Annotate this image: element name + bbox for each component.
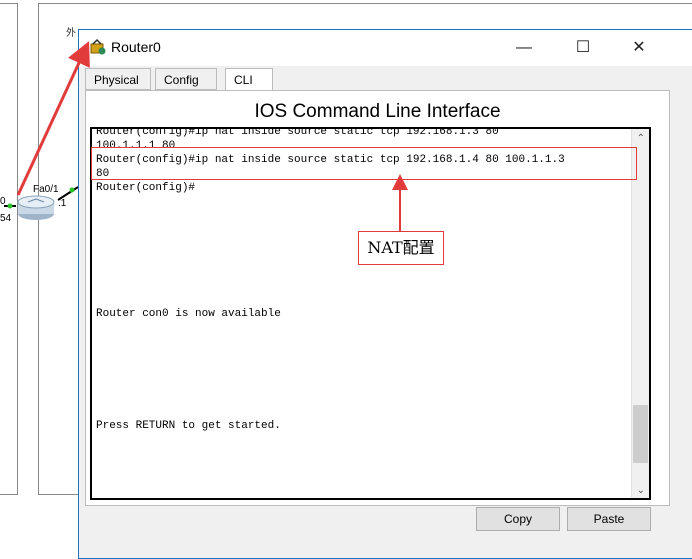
- scroll-thumb[interactable]: [633, 405, 648, 463]
- port-label-left: 0: [0, 196, 6, 207]
- tab-cli[interactable]: CLI: [225, 68, 273, 91]
- maximize-button[interactable]: ☐: [568, 36, 598, 60]
- terminal-line: Press RETURN to get started.: [96, 420, 281, 432]
- close-button[interactable]: ✕: [624, 36, 654, 60]
- workspace-label: 外: [66, 28, 76, 39]
- scroll-down-icon[interactable]: ⌄: [637, 485, 645, 496]
- cli-terminal[interactable]: Router(config)#ip nat inside source stat…: [90, 127, 651, 500]
- router-icon[interactable]: [14, 192, 58, 222]
- paste-button[interactable]: Paste: [567, 507, 651, 531]
- command-highlight-box: [91, 147, 637, 180]
- title-bar[interactable]: Router0 — ☐ ✕: [79, 30, 692, 66]
- copy-button[interactable]: Copy: [476, 507, 560, 531]
- left-panel-edge: [0, 3, 18, 495]
- port-ip-left: 54: [0, 213, 12, 224]
- minimize-button[interactable]: —: [509, 36, 539, 60]
- terminal-line: Router con0 is now available: [96, 308, 281, 320]
- scroll-up-icon[interactable]: ⌃: [637, 133, 645, 144]
- port-label-fa01: Fa0/1: [33, 184, 59, 195]
- terminal-scrollbar[interactable]: ⌃ ⌄: [631, 129, 649, 498]
- cli-heading: IOS Command Line Interface: [254, 101, 501, 122]
- router-app-icon: [90, 38, 106, 55]
- window-title: Router0: [111, 39, 161, 55]
- tab-physical[interactable]: Physical: [85, 68, 151, 90]
- nat-config-label: NAT配置: [358, 231, 444, 265]
- terminal-line: Router(config)#ip nat inside source stat…: [96, 127, 499, 138]
- terminal-line: Router(config)#: [96, 182, 196, 194]
- port-ip-label: .1: [58, 198, 67, 209]
- tab-config[interactable]: Config: [155, 68, 217, 90]
